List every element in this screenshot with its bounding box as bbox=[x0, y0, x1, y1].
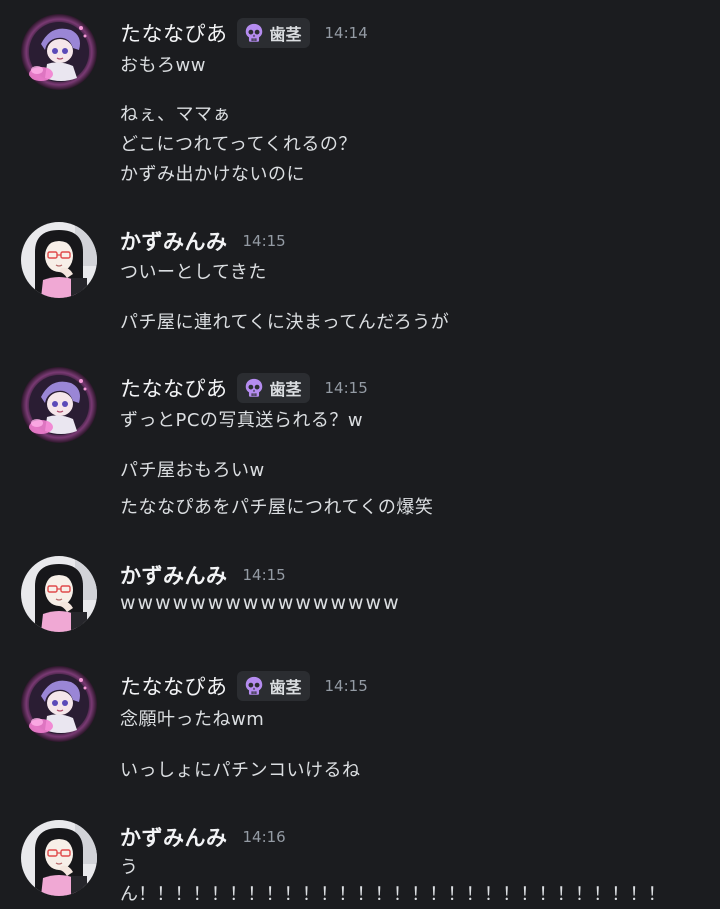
message-text: ずっとPCの写真送られる？w bbox=[120, 410, 364, 431]
username[interactable]: たななぴあ bbox=[120, 671, 228, 701]
timestamp[interactable]: 14:15 bbox=[325, 379, 368, 397]
username[interactable]: かずみんみ bbox=[120, 226, 228, 256]
message-text: いっしょにパチンコいけるね bbox=[120, 760, 361, 781]
username[interactable]: かずみんみ bbox=[120, 822, 228, 852]
avatar[interactable] bbox=[21, 222, 97, 298]
message-header: かずみんみ 14:15 bbox=[120, 225, 286, 257]
message-text: パチ屋に連れてくに決まってんだろうが bbox=[120, 312, 450, 333]
skull-icon bbox=[243, 377, 265, 399]
role-tag[interactable]: 歯茎 bbox=[236, 671, 310, 701]
skull-icon bbox=[243, 675, 265, 697]
role-tag-label: 歯茎 bbox=[269, 25, 302, 44]
message-text: たななぴあをパチ屋につれてくの爆笑 bbox=[120, 497, 434, 518]
timestamp[interactable]: 14:14 bbox=[325, 24, 368, 42]
message-text: 念願叶ったねwm bbox=[120, 709, 265, 730]
message-header: かずみんみ 14:15 bbox=[120, 559, 286, 591]
message-text: ついーとしてきた bbox=[120, 262, 267, 283]
message-group: たななぴあ 歯茎 14:14 おもろww ねぇ、ママぁ どこにつれてってくれるの… bbox=[0, 0, 720, 200]
role-tag[interactable]: 歯茎 bbox=[236, 18, 310, 48]
avatar[interactable] bbox=[21, 666, 97, 742]
skull-icon bbox=[243, 22, 265, 44]
timestamp[interactable]: 14:16 bbox=[243, 828, 286, 846]
timestamp[interactable]: 14:15 bbox=[243, 566, 286, 584]
username[interactable]: たななぴあ bbox=[120, 18, 228, 48]
message-text: おもろww bbox=[120, 55, 206, 76]
role-tag-label: 歯茎 bbox=[269, 678, 302, 697]
avatar[interactable] bbox=[21, 556, 97, 632]
message-text: ん！！！！！！！！！！！！！！！！！！！！！！！！！！！！！ bbox=[120, 884, 666, 905]
message-list: たななぴあ 歯茎 14:14 おもろww ねぇ、ママぁ どこにつれてってくれるの… bbox=[0, 0, 720, 909]
avatar[interactable] bbox=[21, 820, 97, 896]
timestamp[interactable]: 14:15 bbox=[243, 232, 286, 250]
message-text: どこにつれてってくれるの？ bbox=[120, 134, 357, 155]
message-header: たななぴあ 歯茎 14:14 bbox=[120, 17, 368, 49]
message-text: ねぇ、ママぁ bbox=[120, 104, 231, 125]
message-header: たななぴあ 歯茎 14:15 bbox=[120, 670, 368, 702]
timestamp[interactable]: 14:15 bbox=[325, 677, 368, 695]
avatar[interactable] bbox=[21, 367, 97, 443]
message-header: かずみんみ 14:16 bbox=[120, 821, 286, 853]
role-tag[interactable]: 歯茎 bbox=[236, 373, 310, 403]
message-text: う bbox=[120, 857, 139, 878]
message-text: wwwwwwwwwwwwwwww bbox=[120, 592, 401, 614]
username[interactable]: たななぴあ bbox=[120, 373, 228, 403]
role-tag-label: 歯茎 bbox=[269, 380, 302, 399]
message-text: パチ屋おもろいw bbox=[120, 460, 265, 481]
username[interactable]: かずみんみ bbox=[120, 560, 228, 590]
avatar[interactable] bbox=[21, 14, 97, 90]
message-header: たななぴあ 歯茎 14:15 bbox=[120, 372, 368, 404]
message-text: かずみ出かけないのに bbox=[120, 164, 305, 185]
